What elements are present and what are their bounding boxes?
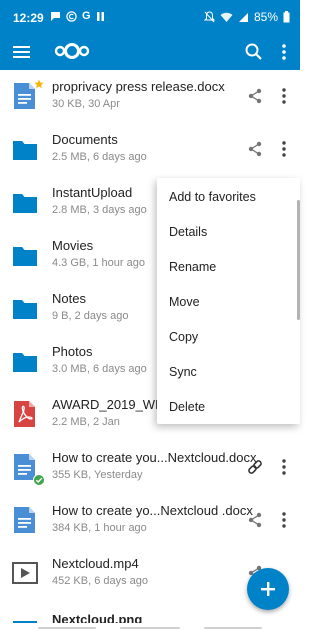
nextcloud-logo-icon[interactable]	[54, 40, 90, 62]
file-row[interactable]: proprivacy press release.docx 30 KB, 30 …	[0, 70, 300, 122]
app-bar	[0, 34, 300, 70]
status-left-icons: G	[50, 10, 105, 22]
file-meta: 384 KB, 1 hour ago	[52, 522, 147, 534]
file-meta: 2.2 MB, 2 Jan	[52, 416, 120, 428]
menu-item-rename[interactable]: Rename	[157, 250, 300, 285]
plus-icon	[261, 582, 275, 596]
pause-icon	[96, 11, 104, 21]
file-meta: 3.0 MB, 6 days ago	[52, 363, 147, 375]
file-name: InstantUpload	[52, 185, 133, 200]
hamburger-menu-icon[interactable]	[10, 40, 34, 64]
file-meta: 452 KB, 6 days ago	[52, 575, 149, 587]
folder-icon	[13, 353, 37, 372]
sync-ok-icon	[33, 474, 45, 486]
copyright-icon	[66, 10, 77, 22]
more-options-icon[interactable]	[276, 85, 292, 107]
file-meta: 9 B, 2 days ago	[52, 310, 129, 322]
menu-item-sync[interactable]: Sync	[157, 355, 300, 390]
file-meta: 2.5 MB, 6 days ago	[52, 151, 147, 163]
file-row[interactable]: Documents 2.5 MB, 6 days ago	[0, 123, 300, 175]
signal-icon	[238, 12, 248, 22]
more-options-icon[interactable]	[276, 138, 292, 160]
nav-home-handle[interactable]	[120, 627, 180, 629]
file-name: How to create yo...Nextcloud .docx	[52, 503, 253, 518]
menu-item-copy[interactable]: Copy	[157, 320, 300, 355]
file-meta: 30 KB, 30 Apr	[52, 98, 120, 110]
mute-icon	[203, 11, 215, 23]
context-menu: Add to favorites Details Rename Move Cop…	[157, 178, 300, 424]
file-name: How to create you...Nextcloud.docx	[52, 450, 257, 465]
folder-icon	[13, 194, 37, 213]
pdf-icon	[14, 401, 35, 427]
file-name: Movies	[52, 238, 94, 253]
favorite-star-icon	[34, 79, 44, 89]
system-nav-bar	[0, 623, 300, 633]
menu-item-details[interactable]: Details	[157, 215, 300, 250]
file-meta: 2.8 MB, 3 days ago	[52, 204, 147, 216]
add-fab-button[interactable]	[247, 568, 289, 610]
status-right-icons: 85%	[203, 10, 290, 24]
more-vertical-icon[interactable]	[272, 40, 296, 64]
file-name: Photos	[52, 344, 93, 359]
scrollbar-thumb[interactable]	[297, 200, 300, 320]
file-name: Notes	[52, 291, 86, 306]
file-name: Documents	[52, 132, 118, 147]
status-bar: 12:29 G 85%	[0, 0, 300, 34]
file-row[interactable]: How to create yo...Nextcloud .docx 384 K…	[0, 494, 300, 546]
battery-icon	[283, 11, 290, 23]
file-meta: 355 KB, Yesterday	[52, 469, 143, 481]
more-options-icon[interactable]	[276, 509, 292, 531]
share-icon[interactable]	[246, 140, 264, 158]
nav-recents-handle[interactable]	[38, 627, 96, 629]
file-meta: 4.3 GB, 1 hour ago	[52, 257, 145, 269]
wifi-icon	[220, 12, 233, 22]
link-icon[interactable]	[246, 458, 264, 476]
share-icon[interactable]	[246, 87, 264, 105]
battery-percent: 85%	[253, 10, 278, 24]
file-row[interactable]: How to create you...Nextcloud.docx 355 K…	[0, 441, 300, 493]
folder-icon	[13, 300, 37, 319]
more-options-icon[interactable]	[276, 456, 292, 478]
chat-bubble-icon	[51, 11, 60, 21]
file-name: proprivacy press release.docx	[52, 79, 225, 94]
menu-item-delete[interactable]: Delete	[157, 390, 300, 425]
folder-icon	[13, 247, 37, 266]
share-icon[interactable]	[246, 511, 264, 529]
file-name: Nextcloud.mp4	[52, 556, 139, 571]
status-time: 12:29	[13, 11, 44, 25]
nav-back-handle[interactable]	[204, 627, 262, 629]
video-icon	[12, 562, 38, 584]
folder-icon	[13, 141, 37, 160]
search-icon[interactable]	[242, 40, 266, 64]
menu-item-add-to-favorites[interactable]: Add to favorites	[157, 180, 300, 215]
document-icon	[14, 507, 35, 533]
menu-item-move[interactable]: Move	[157, 285, 300, 320]
google-g-icon: G	[82, 10, 91, 22]
